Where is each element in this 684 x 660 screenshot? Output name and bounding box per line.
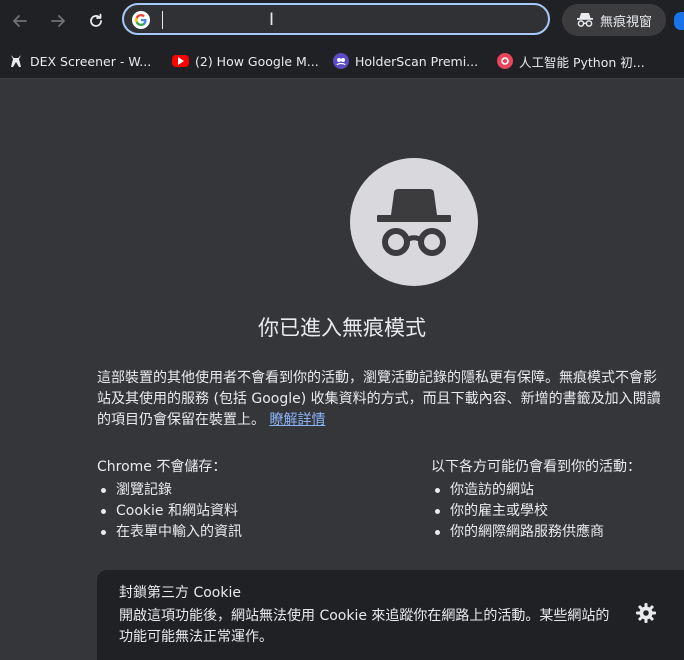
bookmarks-bar: DEX Screener - W... (2) How Google M... … [0,44,684,79]
list-item: 在表單中輸入的資訊 [97,522,242,543]
list-item-text: 在表單中輸入的資訊 [116,524,242,540]
arrow-right-icon [51,15,65,27]
still-visible-heading: 以下各方可能仍會看到你的活動： [431,459,641,475]
incognito-badge[interactable]: 無痕視窗 [562,4,666,36]
bookmark-label: 人工智能 Python 初... [519,54,645,70]
list-item-text: 你的網際網路服務供應商 [450,524,604,540]
list-item: 你造訪的網站 [431,480,641,501]
list-item: 瀏覽記錄 [97,480,242,501]
profile-avatar[interactable] [674,12,684,30]
not-saved-heading: Chrome 不會儲存： [97,459,227,475]
description-line: 站及其使用的服務 (包括 Google) 收集資料的方式，而且下載內容、新增的書… [97,391,661,407]
cookie-card-description: 開啟這項功能後，網站無法使用 Cookie 來追蹤你在網路上的活動。某些網站的功… [119,608,610,645]
list-item-text: 你的雇主或學校 [450,503,548,519]
gear-icon [636,603,656,623]
third-party-cookie-card: 封鎖第三方 Cookie 開啟這項功能後，網站無法使用 Cookie 來追蹤你在… [97,570,684,660]
description-line: 這部裝置的其他使用者不會看到你的活動，瀏覽活動記錄的隱私更有保障。無痕模式不會影 [97,370,657,386]
back-button[interactable] [6,7,34,35]
bookmark-ai-python[interactable]: 人工智能 Python 初... [497,51,645,71]
list-item-text: 瀏覽記錄 [116,482,172,498]
incognito-icon [577,13,593,27]
list-item: Cookie 和網站資料 [97,501,242,522]
youtube-icon [172,55,189,67]
bookmark-holderscan[interactable]: HolderScan Premi... [333,51,478,71]
bookmark-label: HolderScan Premi... [355,53,479,69]
incognito-description: 這部裝置的其他使用者不會看到你的活動，瀏覽活動記錄的隱私更有保障。無痕模式不會影… [97,368,684,431]
address-bar[interactable]: Ⅰ [122,3,550,35]
description-text: 的項目仍會保留在裝置上。 [97,412,265,428]
ai-python-icon [497,53,513,69]
bookmark-dex-screener[interactable]: DEX Screener - W... [8,51,151,71]
bookmark-label: (2) How Google M... [195,53,319,69]
arrow-left-icon [13,15,27,27]
description-line-last: 的項目仍會保留在裝置上。 瞭解詳情 [97,410,684,431]
list-item-text: 你造訪的網站 [450,482,534,498]
learn-more-link[interactable]: 瞭解詳情 [269,412,325,428]
dex-screener-icon [8,53,24,69]
not-saved-section: Chrome 不會儲存： 瀏覽記錄 Cookie 和網站資料 在表單中輸入的資訊 [97,456,242,543]
forward-button[interactable] [44,7,72,35]
cookie-settings-button[interactable] [635,602,657,624]
list-item-text: Cookie 和網站資料 [116,503,238,519]
google-icon [132,11,150,29]
still-visible-section: 以下各方可能仍會看到你的活動： 你造訪的網站 你的雇主或學校 你的網際網路服務供… [431,456,641,543]
reload-button[interactable] [82,7,110,35]
text-caret [162,11,163,29]
page-title: 你已進入無痕模式 [258,316,426,340]
list-item: 你的雇主或學校 [431,501,641,522]
incognito-hero-icon [350,158,478,286]
browser-toolbar: Ⅰ 無痕視窗 [0,0,684,44]
reload-icon [90,13,102,27]
bookmark-youtube[interactable]: (2) How Google M... [172,51,319,71]
list-item: 你的網際網路服務供應商 [431,522,641,543]
bookmark-label: DEX Screener - W... [30,53,152,69]
incognito-label: 無痕視窗 [600,14,653,30]
ibeam-cursor-icon: Ⅰ [269,10,275,30]
cookie-card-title: 封鎖第三方 Cookie [119,585,241,601]
holderscan-icon [333,53,349,69]
